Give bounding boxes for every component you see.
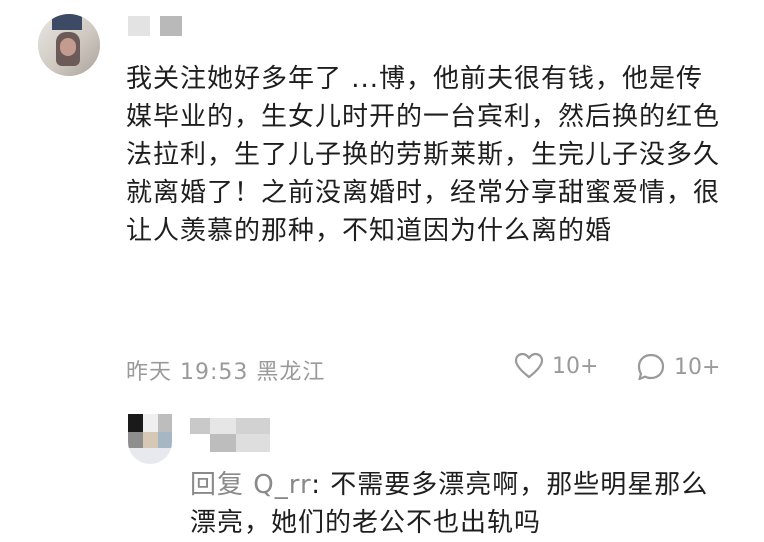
blur-block (128, 16, 150, 36)
reply-count: 10+ (674, 354, 721, 380)
reply-prefix: 回复 (190, 470, 245, 500)
comment-time: 昨天 19:53 (126, 360, 249, 385)
comment-bubble-icon (637, 353, 665, 381)
avatar-blur-block (128, 448, 172, 464)
avatar-blur-block (52, 14, 82, 30)
comment-body: 我关注她好多年了 ...博，他前夫很有钱，他是传媒毕业的，生女儿时开的一台宾利，… (126, 64, 721, 246)
comment-timestamp: 昨天 19:53 黑龙江 (126, 354, 325, 386)
blur-block (210, 418, 236, 434)
blur-block (190, 418, 210, 434)
like-button[interactable]: 10+ (514, 352, 598, 380)
like-count: 10+ (552, 353, 599, 379)
avatar-blur-block (128, 414, 143, 432)
blur-block (210, 434, 236, 452)
avatar-blur-block (143, 414, 158, 432)
avatar-face (60, 38, 76, 56)
replier-username-blurred[interactable] (190, 418, 270, 452)
blur-block (236, 418, 270, 434)
avatar-blur-block (143, 432, 158, 448)
replier-avatar[interactable] (128, 414, 172, 464)
heart-icon (514, 352, 544, 379)
blur-block (160, 16, 182, 36)
reply-target-username[interactable]: Q_rr (253, 470, 311, 500)
avatar-blur-block (158, 432, 172, 448)
comment-location: 黑龙江 (256, 360, 326, 385)
avatar-blur-block (158, 414, 172, 432)
blur-block (236, 434, 270, 452)
reply-button[interactable]: 10+ (636, 352, 720, 382)
commenter-username-blurred[interactable] (128, 16, 182, 36)
reply-body: 回复 Q_rr: 不需要多漂亮啊，那些明星那么漂亮，她们的老公不也出轨吗 (190, 466, 710, 542)
avatar-blur-block (128, 432, 143, 448)
commenter-avatar[interactable] (38, 14, 100, 76)
comment-meta: 昨天 19:53 黑龙江 10+ 10+ (126, 352, 736, 386)
